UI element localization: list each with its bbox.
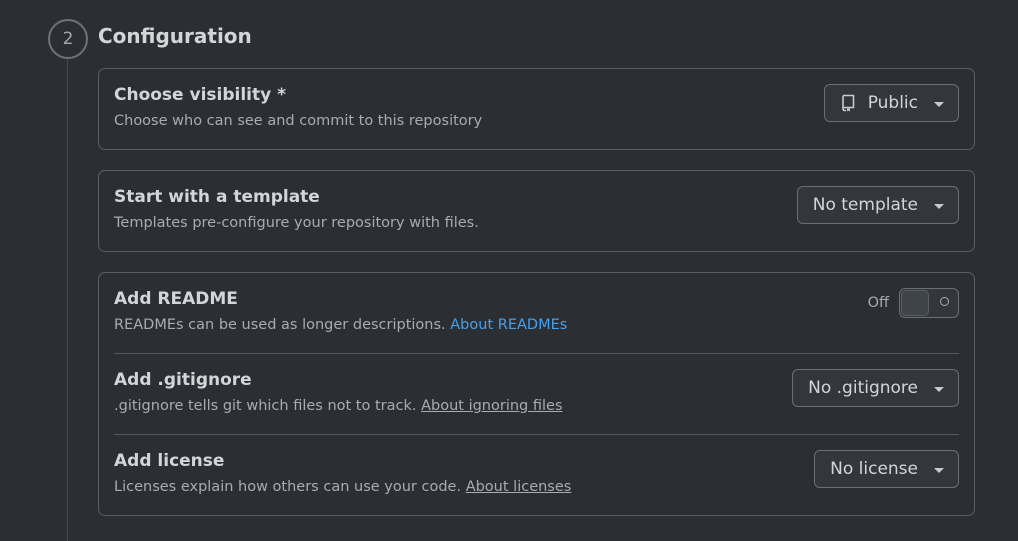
readme-toggle-group: Off xyxy=(868,288,959,318)
step-number: 2 xyxy=(62,29,74,49)
about-ignoring-files-link[interactable]: About ignoring files xyxy=(421,398,562,414)
license-title: Add license xyxy=(114,451,225,471)
template-dropdown[interactable]: No template xyxy=(796,186,959,224)
about-readmes-link[interactable]: About READMEs xyxy=(450,317,567,333)
visibility-card: Choose visibility * Choose who can see a… xyxy=(98,68,975,150)
chevron-down-icon xyxy=(934,203,944,209)
readme-description-text: READMEs can be used as longer descriptio… xyxy=(114,317,446,333)
license-description: Licenses explain how others can use your… xyxy=(114,479,571,495)
about-licenses-link[interactable]: About licenses xyxy=(466,479,572,495)
license-selected: No license xyxy=(830,459,918,479)
readme-row: Add README READMEs can be used as longer… xyxy=(99,273,974,354)
template-selected: No template xyxy=(812,195,918,215)
gitignore-selected: No .gitignore xyxy=(808,378,918,398)
visibility-description: Choose who can see and commit to this re… xyxy=(114,113,483,129)
template-row: Start with a template Templates pre-conf… xyxy=(99,171,974,251)
readme-description: READMEs can be used as longer descriptio… xyxy=(114,317,567,333)
visibility-selected: Public xyxy=(867,93,918,113)
readme-toggle-label: Off xyxy=(867,295,889,311)
initial-files-card: Add README READMEs can be used as longer… xyxy=(98,272,975,516)
step-number-badge: 2 xyxy=(48,19,88,59)
step-title: Configuration xyxy=(98,24,252,48)
toggle-off-icon xyxy=(940,297,949,306)
gitignore-title: Add .gitignore xyxy=(114,370,252,390)
gitignore-dropdown[interactable]: No .gitignore xyxy=(792,369,959,407)
configuration-section: 2 Configuration Choose visibility * Choo… xyxy=(0,0,1018,541)
repo-icon xyxy=(840,94,856,112)
chevron-down-icon xyxy=(934,467,944,473)
gitignore-description: .gitignore tells git which files not to … xyxy=(114,398,563,414)
license-row: Add license Licenses explain how others … xyxy=(99,435,974,515)
license-description-text: Licenses explain how others can use your… xyxy=(114,479,462,495)
license-dropdown[interactable]: No license xyxy=(814,450,959,488)
visibility-row: Choose visibility * Choose who can see a… xyxy=(99,69,974,149)
gitignore-row: Add .gitignore .gitignore tells git whic… xyxy=(99,354,974,435)
chevron-down-icon xyxy=(934,386,944,392)
template-card: Start with a template Templates pre-conf… xyxy=(98,170,975,252)
readme-title: Add README xyxy=(114,289,238,309)
visibility-dropdown[interactable]: Public xyxy=(823,84,959,122)
visibility-title: Choose visibility * xyxy=(114,85,287,105)
toggle-knob xyxy=(901,290,929,316)
step-connector-line xyxy=(67,58,68,541)
template-description: Templates pre-configure your repository … xyxy=(114,215,479,231)
chevron-down-icon xyxy=(934,101,944,107)
template-title: Start with a template xyxy=(114,187,320,207)
readme-toggle[interactable] xyxy=(899,288,959,318)
gitignore-description-text: .gitignore tells git which files not to … xyxy=(114,398,417,414)
